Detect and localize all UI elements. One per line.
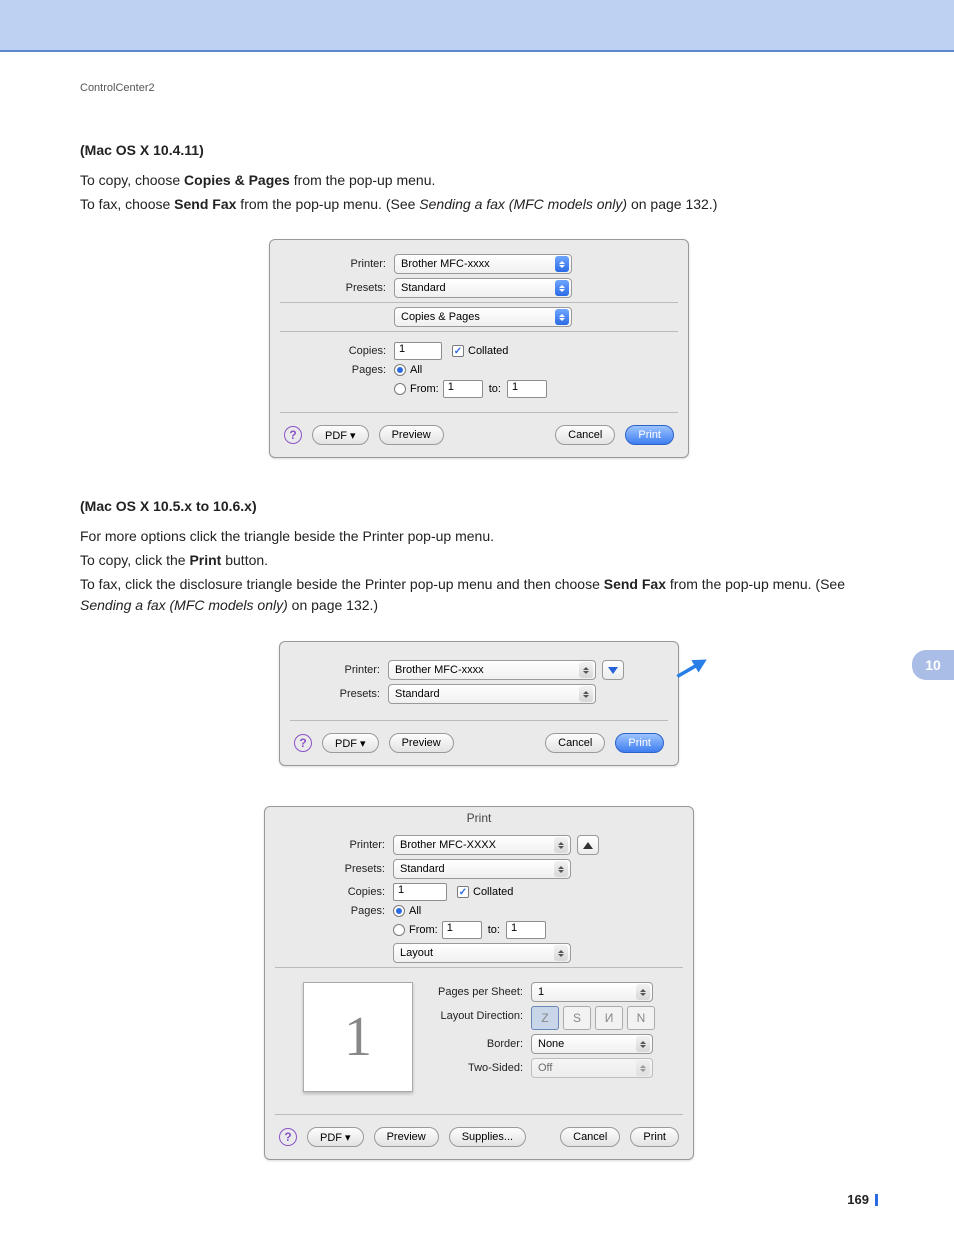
header-band xyxy=(0,0,954,52)
printer-select[interactable]: Brother MFC-XXXX xyxy=(393,835,571,855)
caret-icon xyxy=(554,861,568,877)
chapter-tab: 10 xyxy=(912,650,954,680)
pdf-button[interactable]: PDF ▾ xyxy=(322,733,379,753)
copies-input[interactable]: 1 xyxy=(394,342,442,360)
print-button[interactable]: Print xyxy=(625,425,674,445)
two-sided-label: Two-Sided: xyxy=(431,1062,531,1074)
two-sided-select: Off xyxy=(531,1058,653,1078)
help-icon[interactable]: ? xyxy=(294,734,312,752)
presets-label: Presets: xyxy=(294,688,388,700)
print-dialog-2: Printer: Brother MFC-xxxx Presets: Stand… xyxy=(279,641,679,766)
copies-label: Copies: xyxy=(284,345,394,357)
ld-option-2[interactable]: S xyxy=(563,1006,591,1030)
preview-button[interactable]: Preview xyxy=(374,1127,439,1147)
dialog-title: Print xyxy=(265,807,693,831)
page-footer: 169 xyxy=(847,1192,878,1207)
caret-icon xyxy=(579,662,593,678)
print-button[interactable]: Print xyxy=(630,1127,679,1147)
to-input[interactable]: 1 xyxy=(506,921,546,939)
border-select[interactable]: None xyxy=(531,1034,653,1054)
print-button[interactable]: Print xyxy=(615,733,664,753)
pps-select[interactable]: 1 xyxy=(531,982,653,1002)
cancel-button[interactable]: Cancel xyxy=(545,733,605,753)
caret-icon xyxy=(555,309,569,325)
from-input[interactable]: 1 xyxy=(442,921,482,939)
collated-checkbox[interactable] xyxy=(452,345,464,357)
supplies-button[interactable]: Supplies... xyxy=(449,1127,526,1147)
page-preview: 1 xyxy=(303,982,413,1092)
triangle-down-icon xyxy=(608,667,618,674)
caret-icon xyxy=(636,984,650,1000)
cancel-button[interactable]: Cancel xyxy=(555,425,615,445)
pages-label: Pages: xyxy=(279,905,393,917)
ld-option-4[interactable]: N xyxy=(627,1006,655,1030)
copies-input[interactable]: 1 xyxy=(393,883,447,901)
section1-heading: (Mac OS X 10.4.11) xyxy=(80,142,878,158)
to-input[interactable]: 1 xyxy=(507,380,547,398)
pages-all-radio[interactable] xyxy=(393,905,405,917)
printer-select[interactable]: Brother MFC-xxxx xyxy=(388,660,596,680)
pages-all-radio[interactable] xyxy=(394,364,406,376)
presets-select[interactable]: Standard xyxy=(394,278,572,298)
caret-icon xyxy=(555,280,569,296)
section-select[interactable]: Layout xyxy=(393,943,571,963)
caret-icon xyxy=(579,686,593,702)
section2-l2: To copy, click the Print button. xyxy=(80,550,878,572)
printer-select[interactable]: Brother MFC-xxxx xyxy=(394,254,572,274)
pdf-button[interactable]: PDF ▾ xyxy=(307,1127,364,1147)
ld-option-3[interactable]: И xyxy=(595,1006,623,1030)
page-bar-icon xyxy=(875,1194,878,1206)
section1-line2: To fax, choose Send Fax from the pop-up … xyxy=(80,194,878,216)
help-icon[interactable]: ? xyxy=(279,1128,297,1146)
disclosure-button[interactable] xyxy=(577,835,599,855)
caret-icon xyxy=(636,1036,650,1052)
disclosure-button[interactable] xyxy=(602,660,624,680)
section2-l3: To fax, click the disclosure triangle be… xyxy=(80,574,878,617)
pages-range-radio[interactable] xyxy=(393,924,405,936)
breadcrumb: ControlCenter2 xyxy=(80,82,878,94)
caret-icon xyxy=(554,837,568,853)
preview-button[interactable]: Preview xyxy=(389,733,454,753)
collated-label: Collated xyxy=(468,345,508,357)
presets-label: Presets: xyxy=(279,863,393,875)
border-label: Border: xyxy=(431,1038,531,1050)
print-dialog-3: Print Printer: Brother MFC-XXXX Presets:… xyxy=(264,806,694,1160)
presets-label: Presets: xyxy=(284,282,394,294)
print-dialog-1: Printer: Brother MFC-xxxx Presets: Stand… xyxy=(269,239,689,458)
printer-label: Printer: xyxy=(279,839,393,851)
caret-icon xyxy=(555,256,569,272)
pdf-button[interactable]: PDF ▾ xyxy=(312,425,369,445)
printer-label: Printer: xyxy=(284,258,394,270)
presets-select[interactable]: Standard xyxy=(388,684,596,704)
triangle-up-icon xyxy=(583,842,593,849)
caret-icon xyxy=(636,1060,650,1076)
from-input[interactable]: 1 xyxy=(443,380,483,398)
ld-option-1[interactable]: Z xyxy=(531,1006,559,1030)
layout-direction-group: Z S И N xyxy=(531,1006,655,1030)
pages-range-radio[interactable] xyxy=(394,383,406,395)
pages-label: Pages: xyxy=(284,364,394,376)
preview-button[interactable]: Preview xyxy=(379,425,444,445)
section2-l1: For more options click the triangle besi… xyxy=(80,526,878,548)
cancel-button[interactable]: Cancel xyxy=(560,1127,620,1147)
help-icon[interactable]: ? xyxy=(284,426,302,444)
collated-checkbox[interactable] xyxy=(457,886,469,898)
section2-heading: (Mac OS X 10.5.x to 10.6.x) xyxy=(80,498,878,514)
pps-label: Pages per Sheet: xyxy=(431,986,531,998)
ld-label: Layout Direction: xyxy=(431,1006,531,1022)
presets-select[interactable]: Standard xyxy=(393,859,571,879)
section1-line1: To copy, choose Copies & Pages from the … xyxy=(80,170,878,192)
caret-icon xyxy=(554,945,568,961)
section-select[interactable]: Copies & Pages xyxy=(394,307,572,327)
copies-label: Copies: xyxy=(279,886,393,898)
printer-label: Printer: xyxy=(294,664,388,676)
